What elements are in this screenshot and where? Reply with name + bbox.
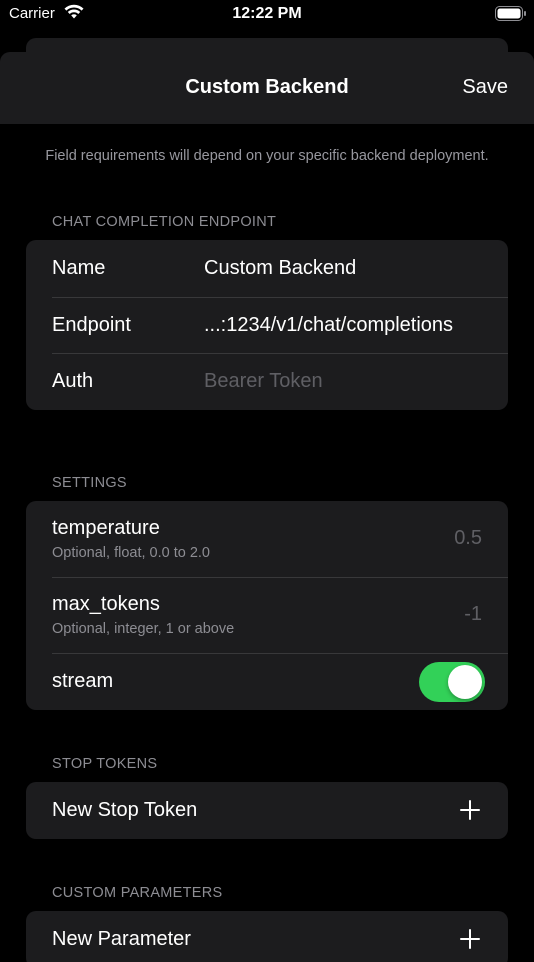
plus-icon[interactable] bbox=[460, 929, 480, 949]
navigation-bar: Custom Backend Save bbox=[0, 52, 534, 124]
endpoint-row: Endpoint ...:1234/v1/chat/completions bbox=[26, 296, 508, 354]
battery-icon bbox=[495, 6, 527, 27]
section-header-custom-parameters: CUSTOM PARAMETERS bbox=[52, 885, 223, 901]
temperature-label: temperature bbox=[52, 517, 160, 539]
max-tokens-row: max_tokens Optional, integer, 1 or above… bbox=[26, 577, 508, 653]
auth-label: Auth bbox=[52, 370, 94, 392]
page-title: Custom Backend bbox=[185, 76, 349, 98]
stream-toggle[interactable] bbox=[419, 662, 485, 702]
section-header-settings: SETTINGS bbox=[52, 475, 127, 491]
new-parameter-label: New Parameter bbox=[52, 928, 191, 950]
temperature-row: temperature Optional, float, 0.0 to 2.0 … bbox=[26, 501, 508, 577]
stream-label: stream bbox=[52, 670, 114, 692]
name-label: Name bbox=[52, 257, 106, 279]
custom-backend-sheet: Custom Backend Save Field requirements w… bbox=[0, 52, 534, 962]
temperature-hint: Optional, float, 0.0 to 2.0 bbox=[52, 545, 210, 561]
requirements-note: Field requirements will depend on your s… bbox=[45, 148, 489, 164]
new-stop-token-label: New Stop Token bbox=[52, 799, 198, 821]
save-button[interactable]: Save bbox=[462, 76, 508, 99]
clock: 12:22 PM bbox=[232, 5, 302, 22]
stream-row: stream bbox=[26, 653, 508, 710]
endpoint-label: Endpoint bbox=[52, 313, 131, 336]
endpoint-group: Name Custom Backend Endpoint ...:1234/v1… bbox=[26, 240, 508, 410]
plus-icon[interactable] bbox=[460, 800, 480, 820]
max-tokens-label: max_tokens bbox=[52, 593, 160, 615]
temperature-field[interactable]: 0.5 bbox=[454, 527, 482, 550]
new-parameter-row[interactable]: New Parameter bbox=[26, 911, 508, 962]
status-bar: Carrier 12:22 PM bbox=[0, 0, 534, 30]
name-field[interactable]: Custom Backend bbox=[204, 257, 356, 280]
stop-tokens-group: New Stop Token bbox=[26, 782, 508, 839]
section-header-stop-tokens: STOP TOKENS bbox=[52, 756, 158, 772]
auth-field[interactable]: Bearer Token bbox=[204, 370, 323, 393]
max-tokens-hint: Optional, integer, 1 or above bbox=[52, 621, 235, 637]
new-stop-token-row[interactable]: New Stop Token bbox=[26, 782, 508, 839]
section-header-endpoint: CHAT COMPLETION ENDPOINT bbox=[52, 214, 277, 230]
toggle-knob bbox=[448, 665, 482, 699]
name-row: Name Custom Backend bbox=[26, 240, 508, 297]
auth-row: Auth Bearer Token bbox=[26, 353, 508, 410]
endpoint-field[interactable]: ...:1234/v1/chat/completions bbox=[204, 314, 453, 337]
settings-group: temperature Optional, float, 0.0 to 2.0 … bbox=[26, 501, 508, 710]
custom-parameters-group: New Parameter bbox=[26, 911, 508, 962]
max-tokens-field[interactable]: -1 bbox=[464, 603, 482, 626]
